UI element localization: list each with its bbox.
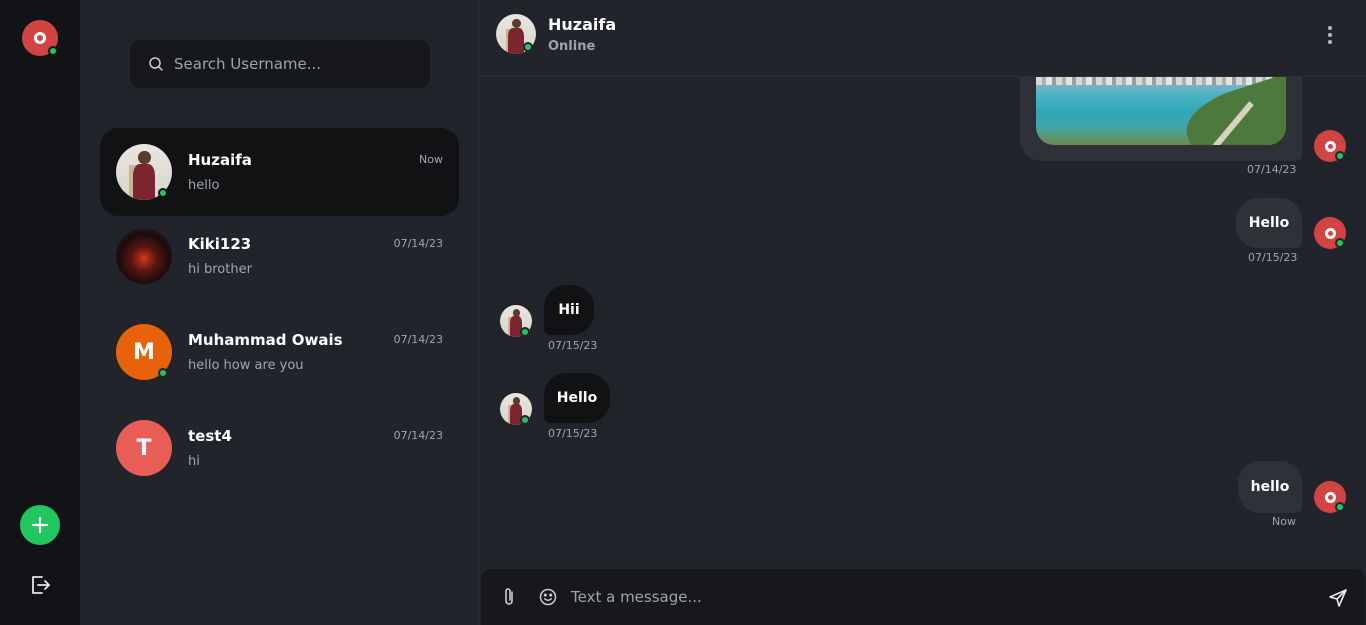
online-indicator: [520, 415, 530, 425]
conversation-item[interactable]: T test4 hi 07/14/23: [100, 404, 459, 492]
logout-button[interactable]: [28, 573, 52, 597]
plus-icon: [31, 516, 49, 534]
search-icon: [149, 57, 163, 71]
online-indicator: [523, 42, 533, 52]
kebab-menu-icon[interactable]: [1324, 24, 1336, 46]
paperclip-icon: [505, 588, 513, 605]
conversation-time: Now: [419, 153, 443, 166]
sender-avatar: [1314, 481, 1346, 513]
conversation-sidebar: Huzaifa hello Now Kiki123 hi brother 07/…: [80, 0, 479, 625]
image-message[interactable]: [1020, 77, 1302, 161]
message-composer: [481, 569, 1365, 625]
message-input[interactable]: [571, 585, 1271, 609]
chat-panel: Huzaifa Online 07/14/23 Hello 07/15/23 H…: [480, 0, 1366, 625]
conversation-item[interactable]: M Muhammad Owais hello how are you 07/14…: [100, 308, 459, 396]
sender-avatar: [1314, 130, 1346, 162]
message-time: 07/15/23: [1248, 251, 1298, 264]
online-indicator: [48, 46, 58, 56]
new-chat-button[interactable]: [20, 505, 60, 545]
message-time: 07/15/23: [548, 427, 598, 440]
message-time: 07/14/23: [1247, 163, 1297, 176]
conversation-time: 07/14/23: [393, 429, 443, 442]
attach-button[interactable]: [499, 586, 519, 612]
sender-avatar: [1314, 217, 1346, 249]
app-rail: [0, 0, 80, 625]
avatar: [116, 228, 172, 284]
message-bubble[interactable]: Hello: [544, 373, 610, 423]
conversation-preview: hi brother: [188, 262, 252, 277]
shared-image[interactable]: [1036, 77, 1286, 145]
online-indicator: [520, 327, 530, 337]
chat-contact-status: Online: [548, 39, 596, 54]
message-time: 07/15/23: [548, 339, 598, 352]
message-list: 07/14/23 Hello 07/15/23 Hii 07/15/23 Hel…: [480, 77, 1366, 567]
chat-header: Huzaifa Online: [480, 0, 1366, 77]
conversation-name: Huzaifa: [188, 151, 252, 169]
conversation-preview: hi: [188, 454, 200, 469]
smiley-icon: [539, 588, 557, 606]
search-input[interactable]: [174, 55, 414, 73]
conversation-name: test4: [188, 427, 232, 445]
send-icon: [1329, 589, 1347, 607]
online-indicator: [158, 188, 168, 198]
conversation-preview: hello: [188, 178, 220, 193]
conversation-time: 07/14/23: [393, 237, 443, 250]
search-box[interactable]: [130, 40, 430, 88]
logout-icon: [32, 576, 50, 594]
message-bubble[interactable]: Hii: [544, 285, 594, 335]
current-user-avatar[interactable]: [22, 20, 58, 56]
emoji-button[interactable]: [538, 587, 558, 611]
send-button[interactable]: [1327, 587, 1349, 613]
conversation-name: Kiki123: [188, 235, 252, 253]
conversation-preview: hello how are you: [188, 358, 304, 373]
conversation-item[interactable]: Kiki123 hi brother 07/14/23: [100, 212, 459, 300]
online-indicator: [158, 368, 168, 378]
message-time: Now: [1272, 515, 1296, 528]
message-bubble[interactable]: hello: [1238, 461, 1302, 513]
chat-contact-name: Huzaifa: [548, 15, 617, 34]
avatar-initial-ring: [34, 32, 46, 44]
message-bubble[interactable]: Hello: [1236, 198, 1302, 248]
conversation-name: Muhammad Owais: [188, 331, 343, 349]
avatar: T: [116, 420, 172, 476]
conversation-time: 07/14/23: [393, 333, 443, 346]
conversation-item[interactable]: Huzaifa hello Now: [100, 128, 459, 216]
